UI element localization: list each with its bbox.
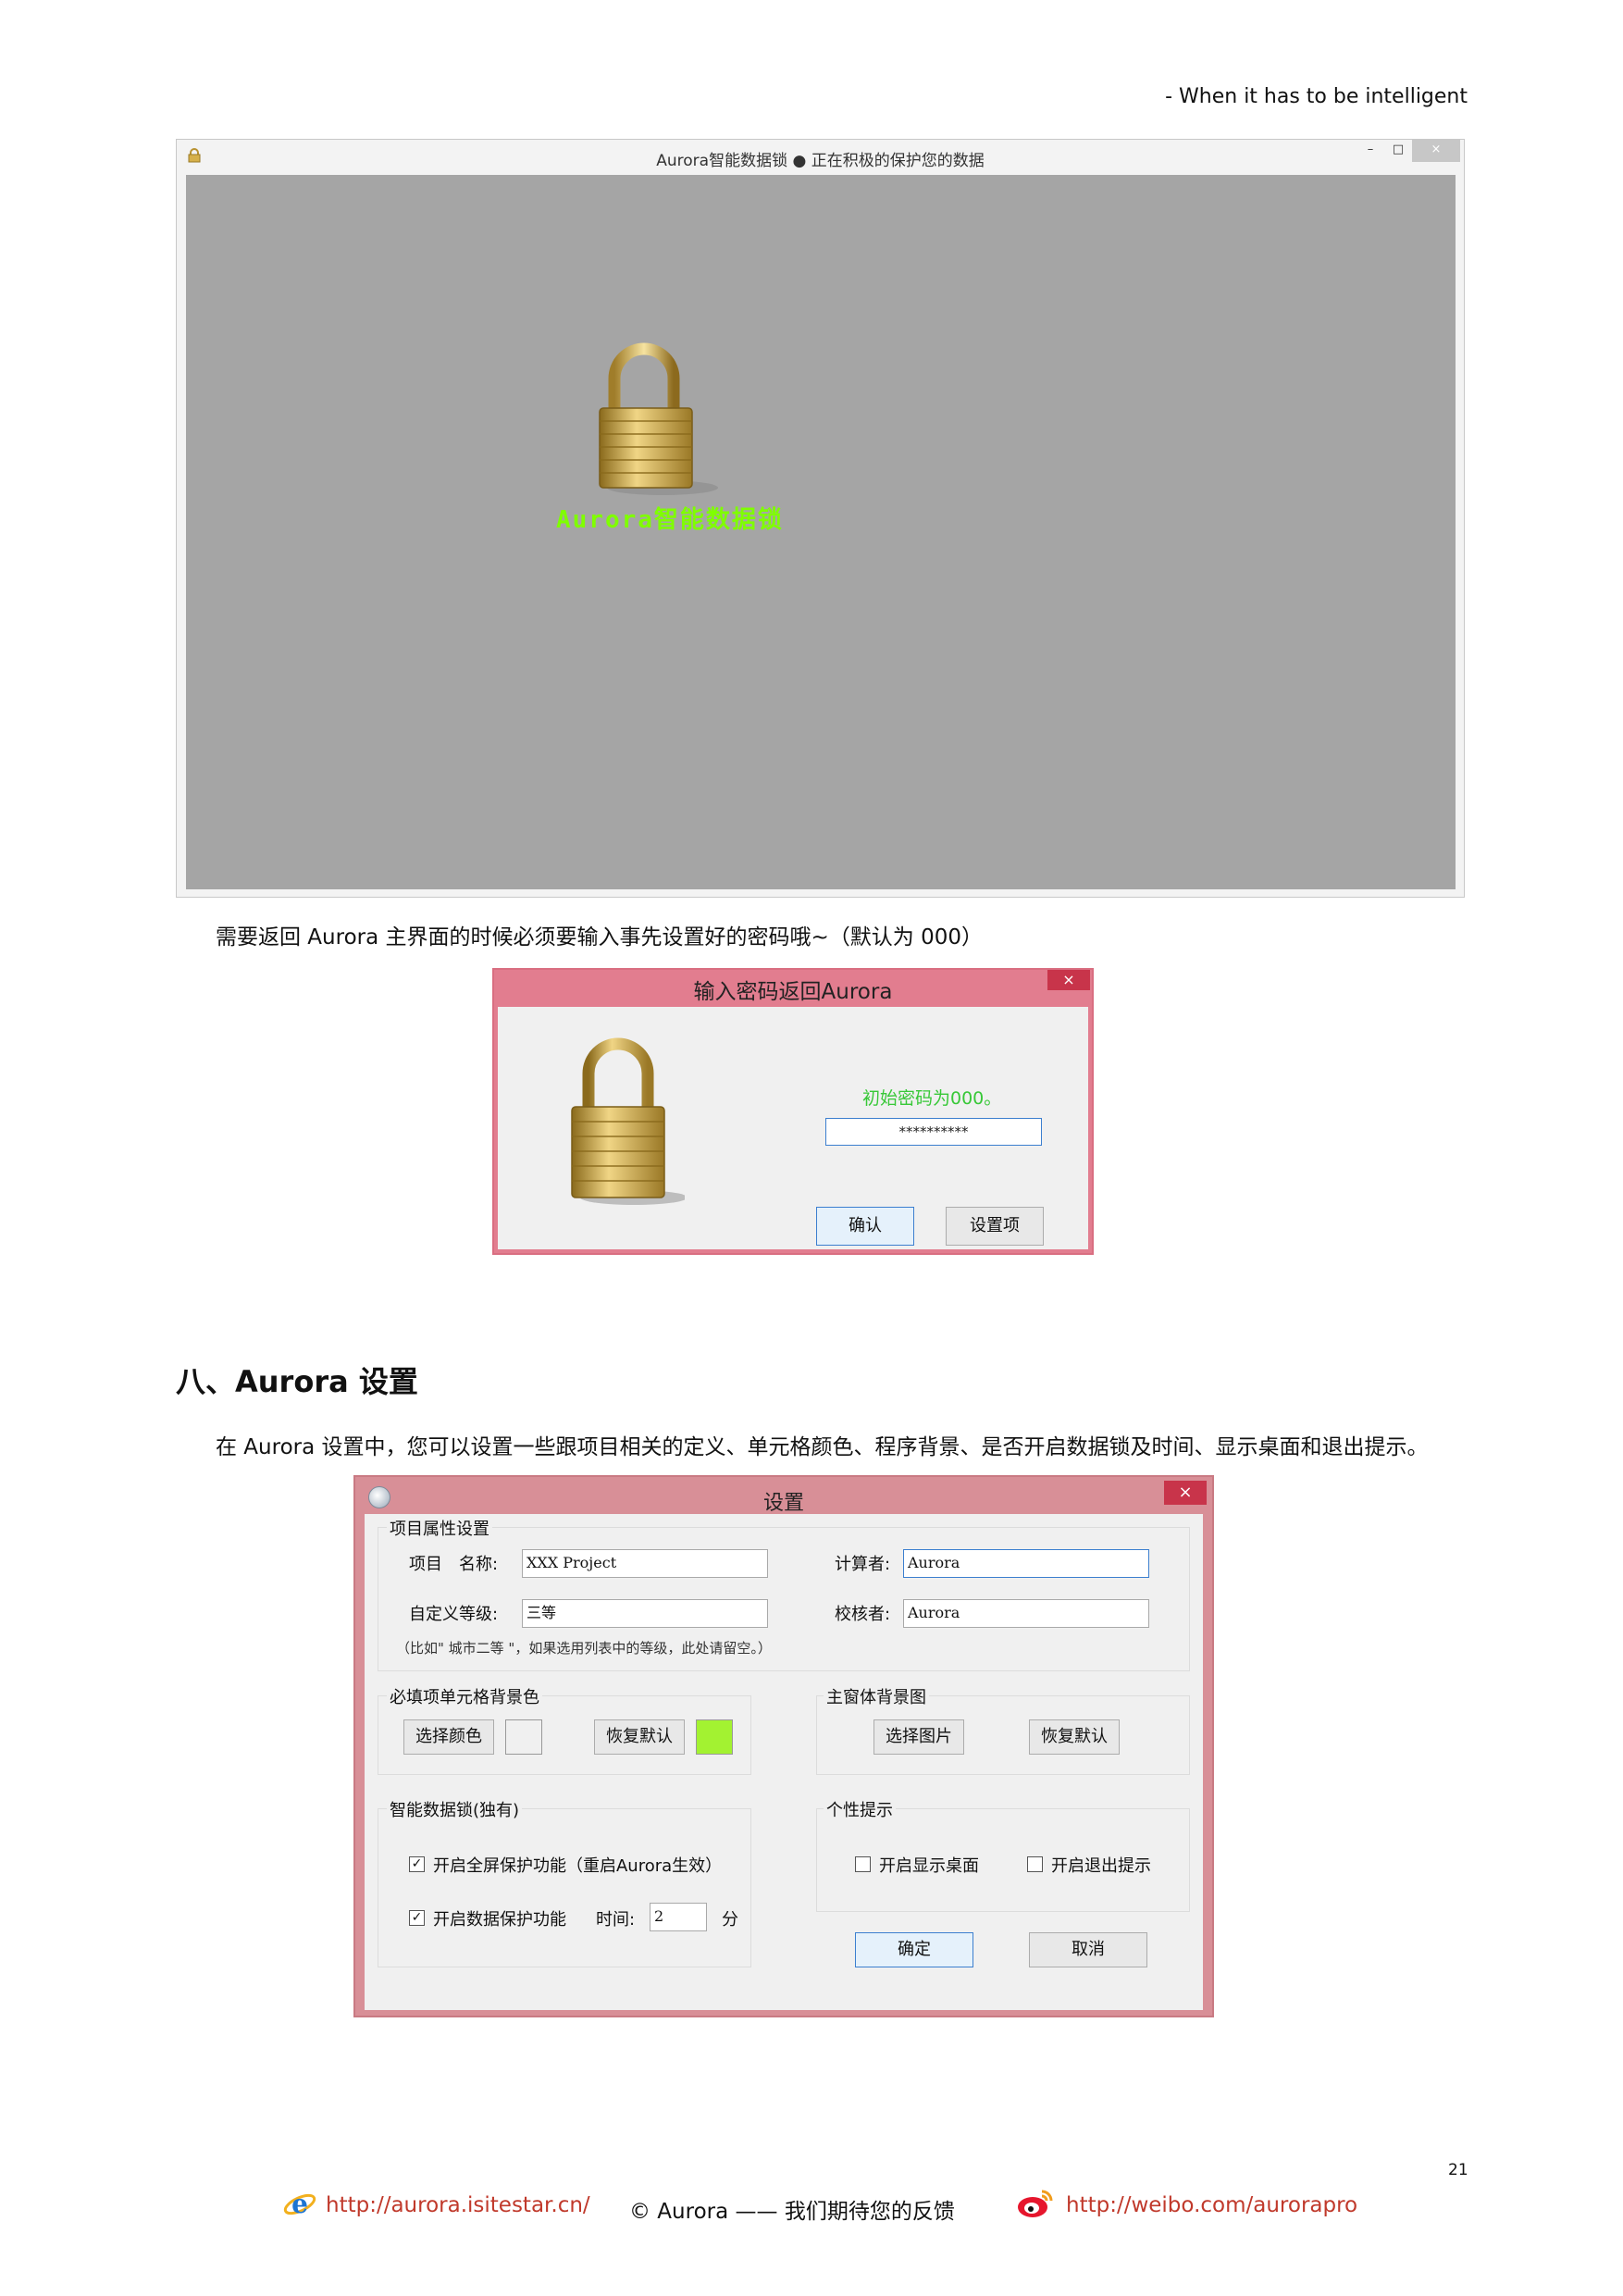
section-heading: 八、Aurora 设置 [176, 1364, 418, 1399]
password-dialog-title: 输入密码返回Aurora [693, 980, 893, 1004]
copyright: © Aurora —— 我们期待您的反馈 [629, 2200, 955, 2224]
calculator-label: 计算者: [835, 1555, 891, 1574]
weibo-icon [1018, 2190, 1053, 2217]
show-desktop-checkbox[interactable] [855, 1856, 871, 1872]
show-desktop-label: 开启显示桌面 [879, 1856, 979, 1876]
time-input[interactable]: 2 [650, 1903, 707, 1931]
password-dialog-screenshot: 输入密码返回Aurora × 初始密码为000。 ********** 确认 设… [492, 968, 1094, 1255]
reset-color-button[interactable]: 恢复默认 [594, 1719, 685, 1755]
site-link[interactable]: http://aurora.isitestar.cn/ [326, 2193, 590, 2217]
close-button[interactable]: × [1164, 1481, 1207, 1505]
cancel-button[interactable]: 取消 [1029, 1932, 1147, 1967]
time-label: 时间: [596, 1910, 636, 1930]
svg-text:e: e [291, 2189, 308, 2219]
weibo-link[interactable]: http://weibo.com/aurorapro [1066, 2193, 1357, 2217]
fullscreen-checkbox[interactable]: ✓ [409, 1856, 425, 1872]
checker-input[interactable]: Aurora [903, 1599, 1149, 1628]
close-button[interactable]: × [1412, 140, 1460, 162]
settings-dialog-body: 项目属性设置 项目 名称: XXX Project 自定义等级: 三等 计算者:… [365, 1514, 1203, 2010]
header-tagline: - When it has to be intelligent [1165, 85, 1468, 108]
checker-label: 校核者: [835, 1605, 891, 1624]
default-color-swatch [696, 1719, 733, 1755]
smart-lock-group-label: 智能数据锁(独有) [387, 1797, 523, 1821]
padlock-icon [571, 1037, 685, 1205]
password-dialog-body: 初始密码为000。 ********** 确认 设置项 [498, 1007, 1088, 1249]
lock-label: Aurora智能数据锁 [556, 506, 784, 534]
level-note: （比如" 城市二等 "，如果选用列表中的等级，此处请留空。） [396, 1640, 772, 1657]
ie-icon: e [283, 2189, 316, 2219]
tips-group-label: 个性提示 [824, 1797, 896, 1821]
data-protect-checkbox[interactable]: ✓ [409, 1910, 425, 1926]
exit-tip-label: 开启退出提示 [1051, 1856, 1151, 1876]
color-swatch[interactable] [505, 1719, 542, 1755]
project-name-label: 项目 名称: [409, 1555, 499, 1574]
paragraph-return-password: 需要返回 Aurora 主界面的时候必须要输入事先设置好的密码哦~（默认为 00… [216, 925, 983, 949]
padlock-icon [599, 342, 718, 495]
password-hint: 初始密码为000。 [862, 1088, 1002, 1109]
exit-tip-checkbox[interactable] [1027, 1856, 1043, 1872]
password-input[interactable]: ********** [825, 1118, 1042, 1146]
close-button[interactable]: × [1047, 970, 1090, 990]
settings-dialog-screenshot: 设置 × 项目属性设置 项目 名称: XXX Project 自定义等级: 三等… [353, 1475, 1214, 2017]
paragraph-settings-intro: 在 Aurora 设置中，您可以设置一些跟项目相关的定义、单元格颜色、程序背景、… [216, 1435, 1429, 1459]
custom-level-input[interactable]: 三等 [522, 1599, 768, 1628]
ok-button[interactable]: 确定 [855, 1932, 973, 1967]
choose-color-button[interactable]: 选择颜色 [403, 1719, 494, 1755]
smart-lock-group [378, 1808, 751, 1967]
cell-color-group-label: 必填项单元格背景色 [387, 1684, 542, 1708]
settings-dialog-title: 设置 [762, 1492, 804, 1515]
reset-image-button[interactable]: 恢复默认 [1029, 1719, 1120, 1755]
page-number: 21 [1448, 2161, 1468, 2179]
project-name-input[interactable]: XXX Project [522, 1549, 768, 1578]
project-group-label: 项目属性设置 [387, 1516, 492, 1540]
window-controls: – □ × [1357, 140, 1460, 162]
time-unit: 分 [722, 1910, 738, 1930]
settings-button[interactable]: 设置项 [946, 1207, 1044, 1246]
fullscreen-label: 开启全屏保护功能（重启Aurora生效） [433, 1856, 723, 1876]
main-bg-group-label: 主窗体背景图 [824, 1684, 929, 1708]
custom-level-label: 自定义等级: [409, 1605, 499, 1624]
calculator-input[interactable]: Aurora [903, 1549, 1149, 1578]
footer: e http://aurora.isitestar.cn/ © Aurora —… [0, 2188, 1623, 2234]
maximize-button[interactable]: □ [1384, 140, 1412, 162]
data-protect-label: 开启数据保护功能 [433, 1910, 566, 1930]
choose-image-button[interactable]: 选择图片 [873, 1719, 964, 1755]
minimize-button[interactable]: – [1357, 140, 1384, 162]
main-window-body: Aurora智能数据锁 [186, 175, 1456, 889]
main-window-titlebar: Aurora智能数据锁 ● 正在积极的保护您的数据 – □ × [177, 140, 1464, 171]
confirm-button[interactable]: 确认 [816, 1207, 914, 1246]
main-window-screenshot: Aurora智能数据锁 ● 正在积极的保护您的数据 – □ × Aurora智能… [176, 139, 1465, 898]
main-window-title: Aurora智能数据锁 ● 正在积极的保护您的数据 [656, 152, 985, 170]
